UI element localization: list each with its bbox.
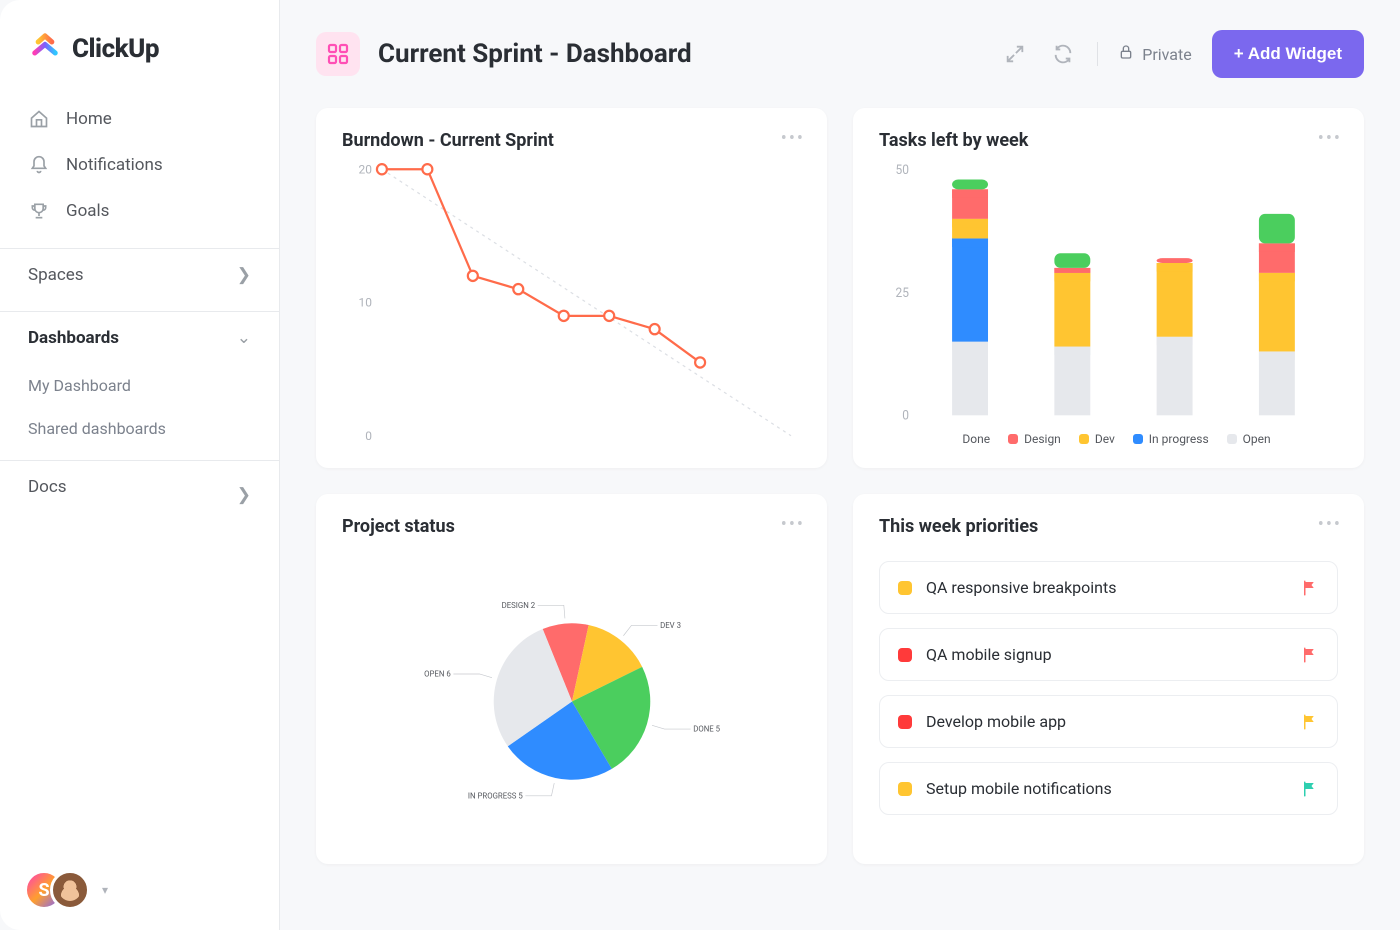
flag-icon	[1301, 579, 1319, 597]
widget-burndown: Burndown - Current Sprint ••• 0 10 20	[316, 108, 827, 468]
expand-icon[interactable]	[1001, 40, 1029, 68]
svg-text:DESIGN 2: DESIGN 2	[501, 601, 535, 610]
priorities-list: QA responsive breakpoints QA mobile sign…	[879, 561, 1338, 815]
sidebar-footer: S ▾	[0, 850, 279, 930]
dashboard-grid: Burndown - Current Sprint ••• 0 10 20 Task…	[280, 98, 1400, 930]
flag-icon	[1301, 780, 1319, 798]
avatar-stack[interactable]: S	[24, 870, 94, 910]
topbar-actions: Private + Add Widget	[1001, 30, 1364, 78]
svg-text:DEV 3: DEV 3	[660, 621, 681, 630]
priority-row[interactable]: QA responsive breakpoints	[879, 561, 1338, 614]
page-title: Current Sprint - Dashboard	[378, 39, 692, 69]
widget-priorities: This week priorities ••• QA responsive b…	[853, 494, 1364, 864]
status-square-icon	[898, 648, 912, 662]
sidebar-item-home[interactable]: Home	[0, 96, 279, 142]
legend-done: Done	[946, 432, 990, 446]
widget-menu-icon[interactable]: •••	[781, 514, 805, 535]
sidebar-item-shared-dashboards[interactable]: Shared dashboards	[0, 407, 279, 450]
priority-label: Setup mobile notifications	[926, 779, 1287, 798]
legend-design: Design	[1008, 432, 1061, 446]
main: Current Sprint - Dashboard Private + Add…	[280, 0, 1400, 930]
status-square-icon	[898, 715, 912, 729]
svg-text:25: 25	[895, 285, 908, 301]
widget-project-status: Project status ••• DESIGN 2 DEV 3 DONE 5 IN…	[316, 494, 827, 864]
svg-text:10: 10	[358, 295, 372, 309]
section-label: Dashboards	[28, 328, 119, 348]
legend-in-progress: In progress	[1133, 432, 1209, 446]
widget-menu-icon[interactable]: •••	[1318, 128, 1342, 149]
flag-icon	[1301, 713, 1319, 731]
status-square-icon	[898, 782, 912, 796]
svg-text:OPEN 6: OPEN 6	[424, 670, 451, 679]
logo[interactable]: ClickUp	[0, 0, 279, 92]
nav-primary: Home Notifications Goals	[0, 92, 279, 238]
caret-down-icon[interactable]: ▾	[102, 883, 108, 897]
sidebar: ClickUp Home Notifications Goals Spaces …	[0, 0, 280, 930]
sidebar-item-label: Notifications	[66, 155, 163, 175]
widget-menu-icon[interactable]: •••	[1318, 514, 1342, 535]
project-status-chart: DESIGN 2 DEV 3 DONE 5 IN PROGRESS 5 OPEN 6	[342, 545, 801, 845]
svg-text:IN PROGRESS 5: IN PROGRESS 5	[467, 791, 523, 800]
avatar	[50, 870, 90, 910]
status-square-icon	[898, 581, 912, 595]
app-root: ClickUp Home Notifications Goals Spaces …	[0, 0, 1400, 930]
section-label: Spaces	[28, 265, 84, 285]
chevron-down-icon: ⌄	[237, 328, 251, 348]
flag-icon	[1301, 646, 1319, 664]
bell-icon	[28, 154, 50, 176]
lock-icon	[1118, 44, 1134, 64]
sidebar-section-dashboards[interactable]: Dashboards ⌄	[0, 312, 279, 364]
svg-text:20: 20	[358, 162, 372, 176]
topbar: Current Sprint - Dashboard Private + Add…	[280, 0, 1400, 98]
widget-title: This week priorities	[879, 516, 1338, 537]
sidebar-section-docs[interactable]: Docs ❯	[0, 461, 279, 513]
legend-dev: Dev	[1079, 432, 1115, 446]
svg-text:50: 50	[895, 163, 908, 179]
tasks-left-chart: 0 25 50	[879, 159, 1338, 426]
sidebar-item-notifications[interactable]: Notifications	[0, 142, 279, 188]
dashboard-icon	[316, 32, 360, 76]
sidebar-item-goals[interactable]: Goals	[0, 188, 279, 234]
refresh-icon[interactable]	[1049, 40, 1077, 68]
privacy-toggle[interactable]: Private	[1118, 44, 1191, 64]
svg-text:0: 0	[902, 408, 909, 424]
chevron-right-icon: ❯	[237, 485, 251, 505]
logo-mark-icon	[28, 30, 62, 68]
widget-title: Tasks left by week	[879, 130, 1338, 151]
priority-label: QA mobile signup	[926, 645, 1287, 664]
priority-row[interactable]: Setup mobile notifications	[879, 762, 1338, 815]
privacy-label: Private	[1142, 45, 1191, 64]
sidebar-item-label: Goals	[66, 201, 109, 221]
sidebar-section-spaces[interactable]: Spaces ❯	[0, 249, 279, 301]
tasks-legend: Done Design Dev In progress Open	[879, 432, 1338, 446]
home-icon	[28, 108, 50, 130]
sidebar-item-label: Home	[66, 109, 112, 129]
widget-menu-icon[interactable]: •••	[781, 128, 805, 149]
priority-row[interactable]: QA mobile signup	[879, 628, 1338, 681]
logo-text: ClickUp	[72, 34, 159, 64]
divider	[1097, 42, 1098, 66]
priority-label: Develop mobile app	[926, 712, 1287, 731]
sidebar-item-my-dashboard[interactable]: My Dashboard	[0, 364, 279, 407]
burndown-chart: 0 10 20	[342, 159, 801, 446]
widget-title: Burndown - Current Sprint	[342, 130, 801, 151]
trophy-icon	[28, 200, 50, 222]
widget-tasks-left: Tasks left by week ••• 0 25 50 Done Design…	[853, 108, 1364, 468]
legend-open: Open	[1227, 432, 1271, 446]
priority-label: QA responsive breakpoints	[926, 578, 1287, 597]
priority-row[interactable]: Develop mobile app	[879, 695, 1338, 748]
svg-text:0: 0	[365, 429, 372, 443]
svg-text:DONE 5: DONE 5	[693, 725, 720, 734]
add-widget-button[interactable]: + Add Widget	[1212, 30, 1364, 78]
chevron-right-icon: ❯	[237, 265, 251, 285]
section-label: Docs	[28, 477, 67, 497]
widget-title: Project status	[342, 516, 801, 537]
